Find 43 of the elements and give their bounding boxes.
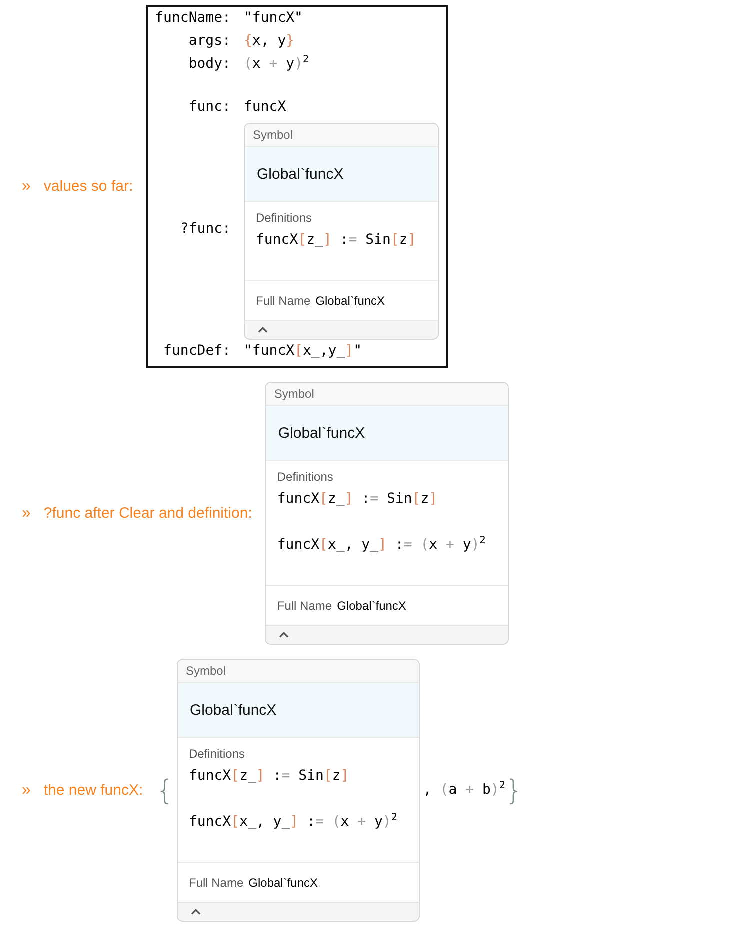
definition-text: funcX[z_] := Sin[z] xyxy=(277,490,438,509)
full-name-value: Global`funcX xyxy=(248,876,318,890)
definitions-label: Definitions xyxy=(256,210,312,226)
definition-text: funcX[z_] := Sin[z] xyxy=(188,767,350,786)
definition-text: funcX[x_, y_] := (x + y)$^{2}$ xyxy=(188,812,398,832)
symbol-name: Global`funcX xyxy=(190,702,277,718)
section-marker: » xyxy=(22,504,31,522)
full-name-value: Global`funcX xyxy=(337,598,406,612)
definitions-label: Definitions xyxy=(277,469,334,485)
list-open-brace: { xyxy=(156,776,174,804)
full-name-label: Full Name xyxy=(277,598,332,612)
card-type-label: Symbol xyxy=(252,128,293,142)
symbol-name: Global`funcX xyxy=(256,166,344,182)
list-close-brace: } xyxy=(505,776,524,804)
list-element-text: , (a + b)$^{2}$ xyxy=(423,779,506,800)
section-marker: » xyxy=(22,782,31,800)
field-value: funcX xyxy=(244,98,286,117)
card-type-label: Symbol xyxy=(274,387,314,401)
field-name: ?func: xyxy=(180,220,231,239)
field-value: {x, y} xyxy=(244,32,295,51)
field-value: "funcX" xyxy=(244,9,303,28)
card-type-label: Symbol xyxy=(186,664,226,678)
field-name: args: xyxy=(188,32,231,51)
definition-text: funcX[z_] := Sin[z] xyxy=(256,231,416,250)
definition-text: funcX[x_, y_] := (x + y)$^{2}$ xyxy=(277,535,486,555)
symbol-name: Global`funcX xyxy=(278,424,366,442)
full-name-value: Global`funcX xyxy=(316,294,386,308)
field-name: funcName: xyxy=(155,9,231,28)
field-name: func: xyxy=(188,98,231,117)
full-name-label: Full Name xyxy=(256,294,311,308)
field-value: (x + y)$^{2}$ xyxy=(244,53,310,74)
section-label: the new funcX: xyxy=(44,782,144,799)
full-name-label: Full Name xyxy=(188,876,244,890)
field-name: funcDef: xyxy=(164,342,231,361)
section-label: ?func after Clear and definition: xyxy=(44,505,252,522)
section-label: values so far: xyxy=(44,178,134,195)
chevron-icon[interactable] xyxy=(190,909,201,915)
definitions-label: Definitions xyxy=(188,746,245,762)
chevron-icon[interactable] xyxy=(258,327,268,333)
field-value: "funcX[x_,y_]" xyxy=(244,342,362,361)
section-marker: » xyxy=(22,178,31,196)
chevron-icon[interactable] xyxy=(279,632,290,638)
field-name: body: xyxy=(188,55,231,74)
